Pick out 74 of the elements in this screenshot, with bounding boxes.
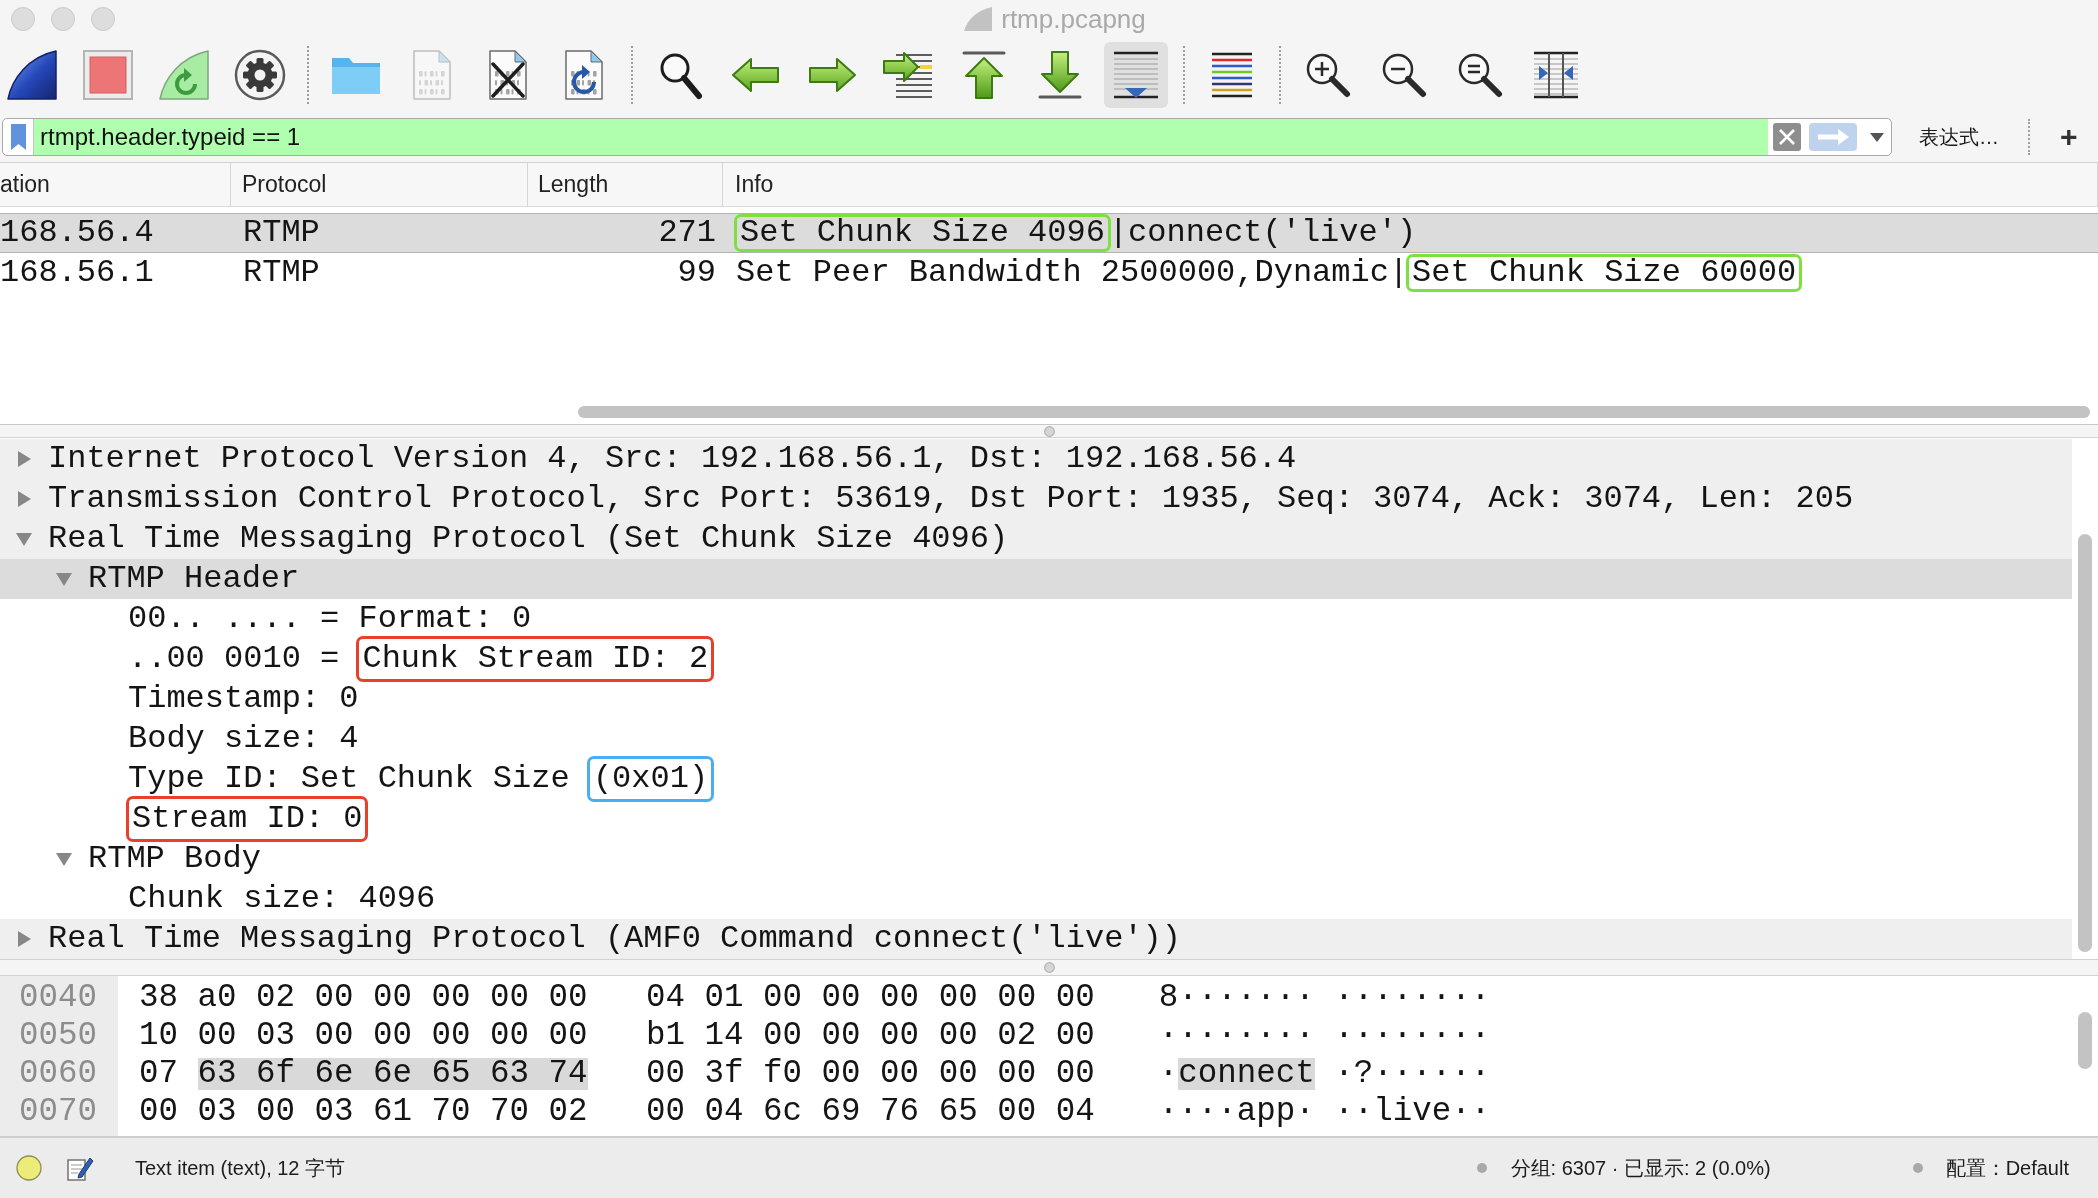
clear-icon[interactable] <box>1773 123 1801 151</box>
column-header[interactable]: Info <box>735 171 774 198</box>
info-text: Set Chunk Size 4096|connect('live') <box>739 214 1417 251</box>
tree-item-text: Chunk size: 4096 <box>128 880 436 917</box>
tree-row[interactable]: Internet Protocol Version 4, Src: 192.168.56.1, Dst: 192.168.56.4 <box>0 439 2072 479</box>
hex-bytes: 07 63 6f 6e 6e 65 63 74 00 3f f0 00 00 00 00 00 <box>139 1055 1095 1092</box>
table-cell: 168.56.1 <box>0 254 154 292</box>
hex-offset: 0050 <box>19 1017 97 1055</box>
add-button[interactable]: + <box>2060 122 2078 152</box>
tree-row[interactable]: Transmission Control Protocol, Src Port: 53619, Dst Port: 1935, Seq: 3074, Ack: 3074, Len: 205 <box>0 479 2072 519</box>
info-text: Set Peer Bandwidth 2500000,Dynamic|Set Chunk Size 60000 <box>736 254 1798 291</box>
splitter-handle[interactable] <box>1043 425 1055 437</box>
table-cell: 99 <box>677 254 716 292</box>
down-caret-icon[interactable] <box>56 572 72 586</box>
ascii-text: ········ ········ <box>1158 1017 1491 1054</box>
expression-button[interactable]: 表达式… <box>1919 123 1999 151</box>
window-title: rtmp.pcapng <box>1001 3 1146 34</box>
table-cell: 271 <box>658 214 716 252</box>
table-cell: RTMP <box>243 254 320 292</box>
hex-bytes: 10 00 03 00 00 00 00 00 b1 14 00 00 00 00 02 00 <box>139 1017 1095 1054</box>
tree-row[interactable]: RTMP Header <box>0 559 2072 599</box>
packet-count-text: 分组: 6307 · 已显示: 2 (0.0%) <box>1510 1155 1771 1181</box>
packet-row[interactable]: 168.56.4 RTMP 271 Set Chunk Size 4096|connect('live') <box>0 213 2098 253</box>
tree-item-text: Real Time Messaging Protocol (AMF0 Command connect('live')) <box>48 920 1181 957</box>
right-caret-icon[interactable] <box>17 931 31 947</box>
hex-bytes: 38 a0 02 00 00 00 00 00 04 01 00 00 00 00 00 00 <box>139 979 1095 1016</box>
tree-item-text: Timestamp: 0 <box>128 680 359 717</box>
right-caret-icon[interactable] <box>17 491 31 507</box>
hex-offset: 0040 <box>19 979 97 1017</box>
ascii-text: ····app· ··live·· <box>1158 1093 1491 1130</box>
tree-item-text: ..00 0010 = Chunk Stream ID: 2 <box>128 640 710 677</box>
column-header[interactable]: Length <box>538 171 609 198</box>
edit-note-icon[interactable] <box>67 1155 94 1181</box>
profile-text[interactable]: 配置：Default <box>1945 1154 2069 1182</box>
tree-item-text: Body size: 4 <box>128 720 359 757</box>
caret-icon[interactable] <box>1870 132 1884 142</box>
splitter-handle[interactable] <box>1043 962 1055 973</box>
bookmark-icon[interactable] <box>10 124 26 150</box>
down-caret-icon[interactable] <box>56 852 72 866</box>
dot-icon <box>1476 1163 1487 1173</box>
tree-item-text: Stream ID: 0 <box>131 800 364 837</box>
tree-item-text: 00.. .... = Format: 0 <box>128 600 532 637</box>
filter-input[interactable]: rtmpt.header.typeid == 1 <box>33 119 1768 155</box>
shark-fin-icon[interactable] <box>6 48 58 101</box>
dot-icon <box>1912 1163 1923 1173</box>
hex-offset: 0070 <box>19 1093 97 1131</box>
tree-item-text: RTMP Header <box>88 560 300 597</box>
down-caret-icon[interactable] <box>16 532 32 546</box>
scrollbar-thumb[interactable] <box>2078 1012 2092 1069</box>
fin-reload-icon[interactable] <box>158 48 210 101</box>
list-scroll-icon[interactable] <box>1104 41 1168 108</box>
status-text: Text item (text), 12 字节 <box>135 1155 346 1181</box>
tree-item-text: Transmission Control Protocol, Src Port: 53619, Dst Port: 1935, Seq: 3074, Ack: 3074, Len: 205 <box>48 480 1854 517</box>
shark-fin-icon <box>963 5 994 32</box>
hex-offset: 0060 <box>19 1055 97 1093</box>
scrollbar-thumb[interactable] <box>2078 534 2092 952</box>
stop-icon[interactable] <box>82 48 134 101</box>
right-caret-icon[interactable] <box>17 451 31 467</box>
status-indicator-icon[interactable] <box>16 1155 42 1181</box>
tree-item-text: RTMP Body <box>88 840 261 877</box>
ascii-text: 8······· ········ <box>1158 979 1491 1016</box>
tree-row[interactable]: Real Time Messaging Protocol (Set Chunk Size 4096) <box>0 519 2072 559</box>
column-header[interactable]: ation <box>0 171 50 198</box>
ascii-text: ·connect ·?······ <box>1158 1055 1491 1092</box>
table-cell: 168.56.4 <box>0 214 154 252</box>
tree-item-text: Internet Protocol Version 4, Src: 192.168.56.1, Dst: 192.168.56.4 <box>48 440 1297 477</box>
column-header[interactable]: Protocol <box>242 171 327 198</box>
tree-item-text: Real Time Messaging Protocol (Set Chunk Size 4096) <box>48 520 1009 557</box>
table-cell: RTMP <box>243 214 320 252</box>
settings-icon[interactable] <box>234 48 286 101</box>
hex-bytes: 00 03 00 03 61 70 70 02 00 04 6c 69 76 65 00 04 <box>139 1093 1095 1130</box>
tree-item-text: Type ID: Set Chunk Size (0x01) <box>128 760 710 797</box>
tree-row[interactable]: Real Time Messaging Protocol (AMF0 Command connect('live')) <box>0 919 2072 959</box>
scrollbar-thumb[interactable] <box>578 406 2090 418</box>
